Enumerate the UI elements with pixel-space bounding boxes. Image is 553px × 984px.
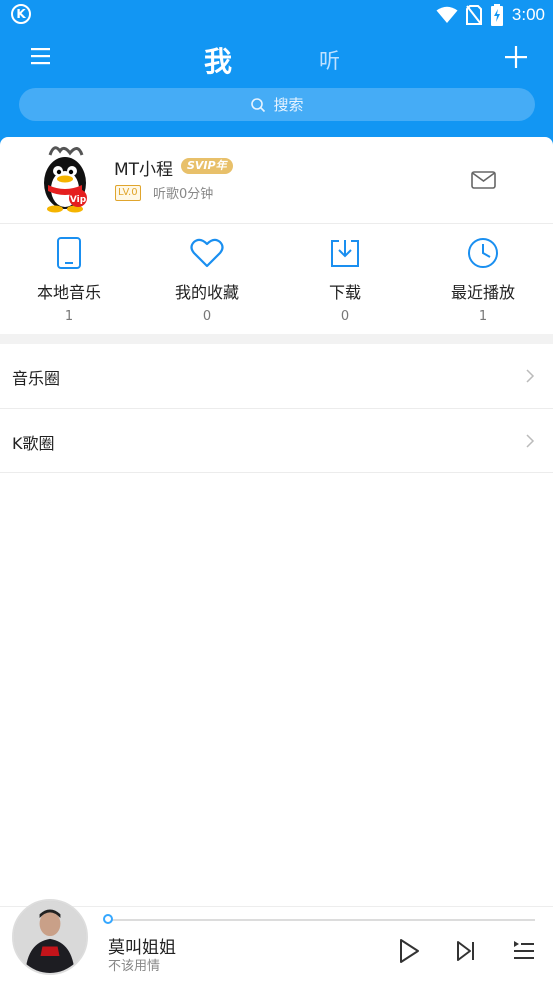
divider — [0, 223, 553, 224]
add-icon[interactable] — [501, 42, 531, 72]
recent-play-button[interactable]: 最近播放 1 — [414, 237, 552, 332]
top-nav: 我 听 — [0, 36, 553, 80]
local-music-button[interactable]: 本地音乐 1 — [0, 237, 138, 332]
heart-icon — [190, 238, 224, 268]
row-label: K歌圈 — [12, 434, 55, 453]
tab-listen[interactable]: 听 — [319, 45, 340, 75]
music-circle-row[interactable]: 音乐圈 — [0, 344, 553, 408]
album-cover[interactable] — [12, 899, 88, 975]
tab-me[interactable]: 我 — [204, 40, 232, 80]
status-bar: K 3:00 — [0, 0, 553, 30]
artist-name: 不该用情 — [108, 959, 161, 974]
battery-charging-icon — [490, 4, 503, 26]
search-bar[interactable]: 搜索 — [19, 88, 535, 121]
listen-time: 听歌0分钟 — [153, 187, 214, 202]
quick-action-label: 最近播放 — [450, 283, 515, 302]
favorites-button[interactable]: 我的收藏 0 — [138, 237, 276, 332]
status-icons: 3:00 — [436, 4, 545, 26]
svip-badge[interactable]: SVIP年 — [181, 158, 233, 174]
chevron-right-icon — [526, 434, 535, 448]
mail-icon[interactable] — [470, 168, 498, 192]
quick-action-label: 下载 — [328, 283, 361, 302]
svg-text:Vip: Vip — [70, 195, 87, 205]
quick-action-count: 0 — [340, 309, 350, 324]
playlist-icon[interactable] — [512, 940, 536, 962]
divider — [0, 472, 553, 473]
k-song-circle-row[interactable]: K歌圈 — [0, 409, 553, 473]
penguin-avatar[interactable]: Vip — [30, 141, 100, 213]
menu-icon[interactable] — [28, 42, 58, 72]
download-button[interactable]: 下载 0 — [276, 237, 414, 332]
wifi-icon — [436, 6, 458, 23]
clock-time: 3:00 — [511, 5, 545, 24]
chevron-right-icon — [526, 369, 535, 383]
row-label: 音乐圈 — [12, 369, 61, 388]
progress-knob[interactable] — [103, 914, 113, 924]
next-track-icon[interactable] — [455, 940, 477, 962]
clock-icon — [468, 238, 498, 268]
play-icon[interactable] — [398, 938, 420, 964]
header: K 3:00 我 听 搜索 — [0, 0, 553, 150]
no-sim-icon — [465, 5, 482, 25]
app-logo-icon: K — [11, 4, 31, 24]
section-gap — [0, 334, 553, 344]
search-icon — [251, 97, 266, 112]
quick-action-count: 0 — [202, 309, 212, 324]
mini-player: 莫叫姐姐 不该用情 — [0, 899, 553, 984]
quick-action-label: 本地音乐 — [36, 283, 101, 302]
user-name[interactable]: MT小程 — [114, 155, 173, 180]
search-placeholder: 搜索 — [273, 96, 304, 114]
progress-bar[interactable] — [110, 919, 535, 921]
phone-icon — [57, 237, 81, 269]
download-icon — [331, 240, 359, 267]
quick-action-label: 我的收藏 — [174, 283, 239, 302]
level-badge: LV.0 — [115, 185, 141, 201]
quick-action-count: 1 — [64, 309, 74, 324]
quick-action-count: 1 — [478, 309, 488, 324]
